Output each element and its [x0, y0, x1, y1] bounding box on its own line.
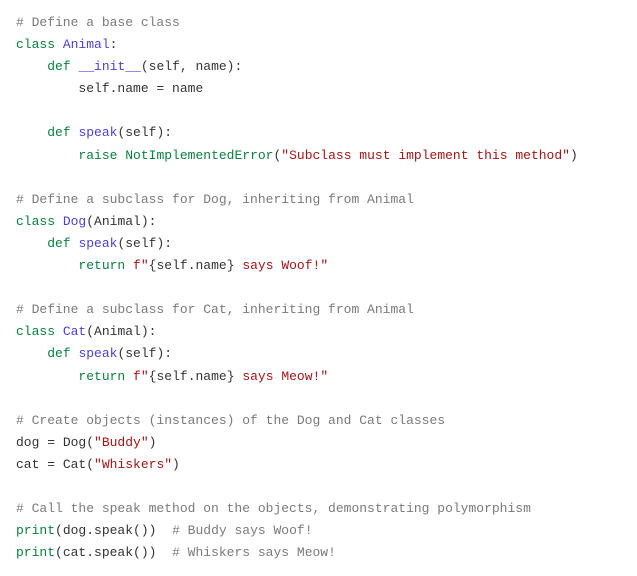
method-name: __init__	[78, 59, 140, 74]
keyword-class: class	[16, 37, 55, 52]
keyword-class: class	[16, 214, 55, 229]
code-block: # Define a base class class Animal: def …	[16, 12, 621, 564]
params: (self):	[117, 346, 172, 361]
keyword-def: def	[47, 346, 70, 361]
params: (self):	[117, 125, 172, 140]
assign-left: cat =	[16, 457, 63, 472]
comment: # Define a subclass for Dog, inheriting …	[16, 192, 414, 207]
statement: self.name = name	[78, 81, 203, 96]
paren-close: )	[570, 148, 578, 163]
keyword-raise: raise	[78, 148, 117, 163]
comment: # Create objects (instances) of the Dog …	[16, 413, 445, 428]
comment: # Define a base class	[16, 15, 180, 30]
fstring: f"{self.name} says Woof!"	[133, 258, 328, 273]
paren-close: )	[149, 545, 157, 560]
base-class: (Animal):	[86, 214, 156, 229]
params: (self):	[117, 236, 172, 251]
call-expr: cat.speak()	[63, 545, 149, 560]
class-name: Animal	[63, 37, 110, 52]
keyword-return: return	[78, 369, 125, 384]
paren-close: )	[149, 435, 157, 450]
ctor: Dog	[63, 435, 86, 450]
string-literal: "Buddy"	[94, 435, 149, 450]
comment: # Call the speak method on the objects, …	[16, 501, 531, 516]
inline-comment: # Whiskers says Meow!	[156, 545, 335, 560]
paren-open: (	[86, 435, 94, 450]
keyword-class: class	[16, 324, 55, 339]
method-name: speak	[78, 236, 117, 251]
method-name: speak	[78, 346, 117, 361]
assign-left: dog =	[16, 435, 63, 450]
fstring: f"{self.name} says Meow!"	[133, 369, 328, 384]
paren-open: (	[86, 457, 94, 472]
string-literal: "Subclass must implement this method"	[281, 148, 570, 163]
colon: :	[110, 37, 118, 52]
call-expr: dog.speak()	[63, 523, 149, 538]
exception-name: NotImplementedError	[125, 148, 273, 163]
params: (self, name):	[141, 59, 242, 74]
paren-close: )	[149, 523, 157, 538]
keyword-return: return	[78, 258, 125, 273]
class-name: Dog	[63, 214, 86, 229]
comment: # Define a subclass for Cat, inheriting …	[16, 302, 414, 317]
keyword-def: def	[47, 236, 70, 251]
class-name: Cat	[63, 324, 86, 339]
ctor: Cat	[63, 457, 86, 472]
paren-open: (	[55, 545, 63, 560]
builtin-print: print	[16, 523, 55, 538]
paren-close: )	[172, 457, 180, 472]
method-name: speak	[78, 125, 117, 140]
inline-comment: # Buddy says Woof!	[156, 523, 312, 538]
paren-open: (	[55, 523, 63, 538]
builtin-print: print	[16, 545, 55, 560]
base-class: (Animal):	[86, 324, 156, 339]
string-literal: "Whiskers"	[94, 457, 172, 472]
keyword-def: def	[47, 125, 70, 140]
keyword-def: def	[47, 59, 70, 74]
